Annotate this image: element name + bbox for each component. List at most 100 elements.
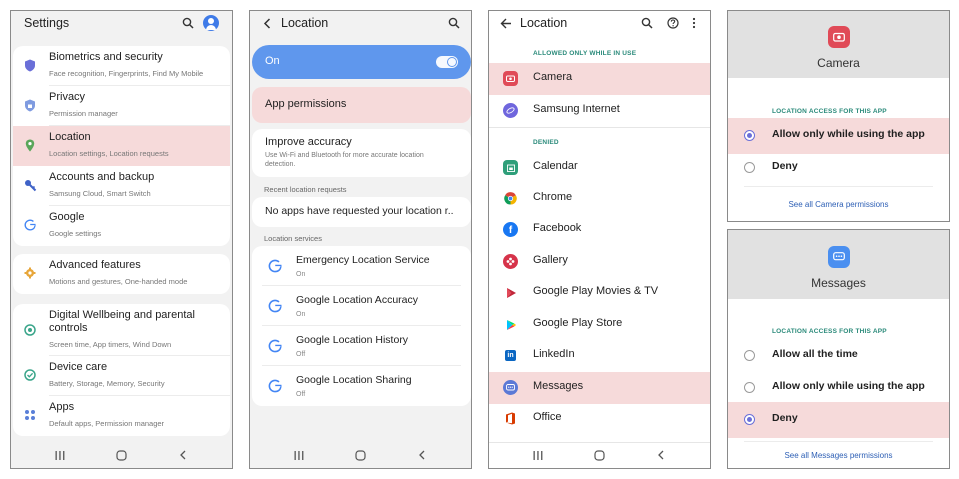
option-deny[interactable]: Deny [728,402,949,438]
shield-icon [23,58,37,72]
search-icon[interactable] [639,15,655,31]
settings-item-location[interactable]: Location Location settings, Location req… [13,126,230,166]
back-icon[interactable] [176,448,190,462]
app-item-linkedin[interactable]: in LinkedIn [489,340,710,372]
radio-button[interactable] [744,382,755,393]
app-item-samsung-internet[interactable]: Samsung Internet [489,95,710,127]
option-label: Deny [772,160,798,172]
item-subtitle: Google settings [49,229,102,238]
app-item-play-movies[interactable]: Google Play Movies & TV [489,277,710,309]
play-movies-icon [503,285,518,300]
improve-accuracy-item[interactable]: Improve accuracy Use Wi-Fi and Bluetooth… [252,129,471,177]
app-label: Gallery [533,254,568,266]
app-item-gallery[interactable]: Gallery [489,246,710,278]
privacy-shield-icon [23,98,37,112]
app-item-messages[interactable]: Messages [489,372,710,404]
location-header: Location [250,11,471,37]
item-label: Accounts and backup [49,171,155,183]
service-google-location-history[interactable]: Google Location History Off [252,326,471,366]
google-icon [268,339,282,353]
camera-icon [503,71,518,86]
toggle-switch[interactable] [436,56,458,68]
radio-button[interactable] [744,350,755,361]
settings-item-biometrics[interactable]: Biometrics and security Face recognition… [13,46,230,86]
avatar[interactable] [203,15,219,31]
option-allow-while-using[interactable]: Allow only while using the app [728,370,949,406]
radio-button[interactable] [744,414,755,425]
divider [744,186,933,187]
settings-item-google[interactable]: Google Google settings [13,206,230,246]
settings-screen: Settings Biometrics and security Face re… [10,10,233,469]
samsung-internet-icon [503,103,518,118]
item-label: Privacy [49,91,86,103]
app-label: Calendar [533,160,578,172]
settings-item-device-care[interactable]: Device care Battery, Storage, Memory, Se… [13,356,230,396]
app-item-facebook[interactable]: f Facebook [489,214,710,246]
app-item-calendar[interactable]: Calendar [489,152,710,184]
toggle-label: On [265,55,280,67]
item-subtitle: Battery, Storage, Memory, Security [49,379,165,388]
search-icon[interactable] [180,15,196,31]
app-label: LinkedIn [533,348,575,360]
app-permissions-item[interactable]: App permissions [252,87,471,123]
see-all-messages-permissions-link[interactable]: See all Messages permissions [728,451,949,460]
app-item-camera[interactable]: Camera [489,63,710,95]
recents-icon[interactable] [531,448,545,462]
back-arrow-icon[interactable] [498,15,514,31]
option-deny[interactable]: Deny [728,150,949,186]
item-subtitle: Motions and gestures, One-handed mode [49,277,188,286]
settings-item-privacy[interactable]: Privacy Permission manager [13,86,230,126]
app-item-play-store[interactable]: Google Play Store [489,309,710,341]
service-label: Google Location Accuracy [296,294,418,306]
radio-button[interactable] [744,130,755,141]
google-icon [268,299,282,313]
back-icon[interactable] [654,448,668,462]
more-options-icon[interactable] [686,15,702,31]
home-icon[interactable] [592,448,606,462]
gear-plus-icon [23,266,37,280]
settings-item-apps[interactable]: Apps Default apps, Permission manager [13,396,230,436]
recent-requests-header: Recent location requests [264,185,347,194]
app-item-chrome[interactable]: Chrome [489,183,710,215]
device-care-icon [23,368,37,382]
settings-item-advanced[interactable]: Advanced features Motions and gestures, … [13,254,230,294]
help-icon[interactable] [665,15,681,31]
key-icon [23,178,37,192]
google-icon [268,259,282,273]
option-allow-while-using[interactable]: Allow only while using the app [728,118,949,154]
recents-icon[interactable] [292,448,306,462]
item-label: Apps [49,401,75,413]
location-services-list: Emergency Location Service On Google Loc… [252,246,471,406]
service-emergency-location[interactable]: Emergency Location Service On [252,246,471,286]
profile-icon [203,15,219,31]
back-arrow-icon[interactable] [259,15,275,31]
option-allow-all-the-time[interactable]: Allow all the time [728,338,949,374]
recents-icon[interactable] [53,448,67,462]
back-icon[interactable] [415,448,429,462]
settings-group-2: Advanced features Motions and gestures, … [13,254,230,294]
home-icon[interactable] [353,448,367,462]
service-google-location-accuracy[interactable]: Google Location Accuracy On [252,286,471,326]
item-label: Biometrics and security [49,51,163,63]
improve-accuracy-subtitle: Use Wi-Fi and Bluetooth for more accurat… [265,152,424,168]
nav-bar [250,442,471,468]
service-google-location-sharing[interactable]: Google Location Sharing Off [252,366,471,406]
radio-button[interactable] [744,162,755,173]
item-subtitle: Face recognition, Fingerprints, Find My … [49,69,204,78]
see-all-camera-permissions-link[interactable]: See all Camera permissions [728,200,949,209]
location-access-caption: LOCATION ACCESS FOR THIS APP [772,108,887,115]
home-icon[interactable] [114,448,128,462]
service-status: Off [296,351,306,358]
denied-section-header: DENIED [533,139,559,146]
messages-header: Messages [728,230,949,299]
nav-bar [489,442,710,468]
location-pin-icon [23,138,37,152]
wellbeing-icon [23,323,37,337]
app-item-office[interactable]: Office [489,403,710,435]
location-master-toggle[interactable]: On [252,45,471,79]
location-access-caption: LOCATION ACCESS FOR THIS APP [772,328,887,335]
settings-item-digital-wellbeing[interactable]: Digital Wellbeing and parental controls … [13,304,230,356]
settings-item-accounts[interactable]: Accounts and backup Samsung Cloud, Smart… [13,166,230,206]
search-icon[interactable] [446,15,462,31]
dialog-title: Messages [811,276,866,290]
